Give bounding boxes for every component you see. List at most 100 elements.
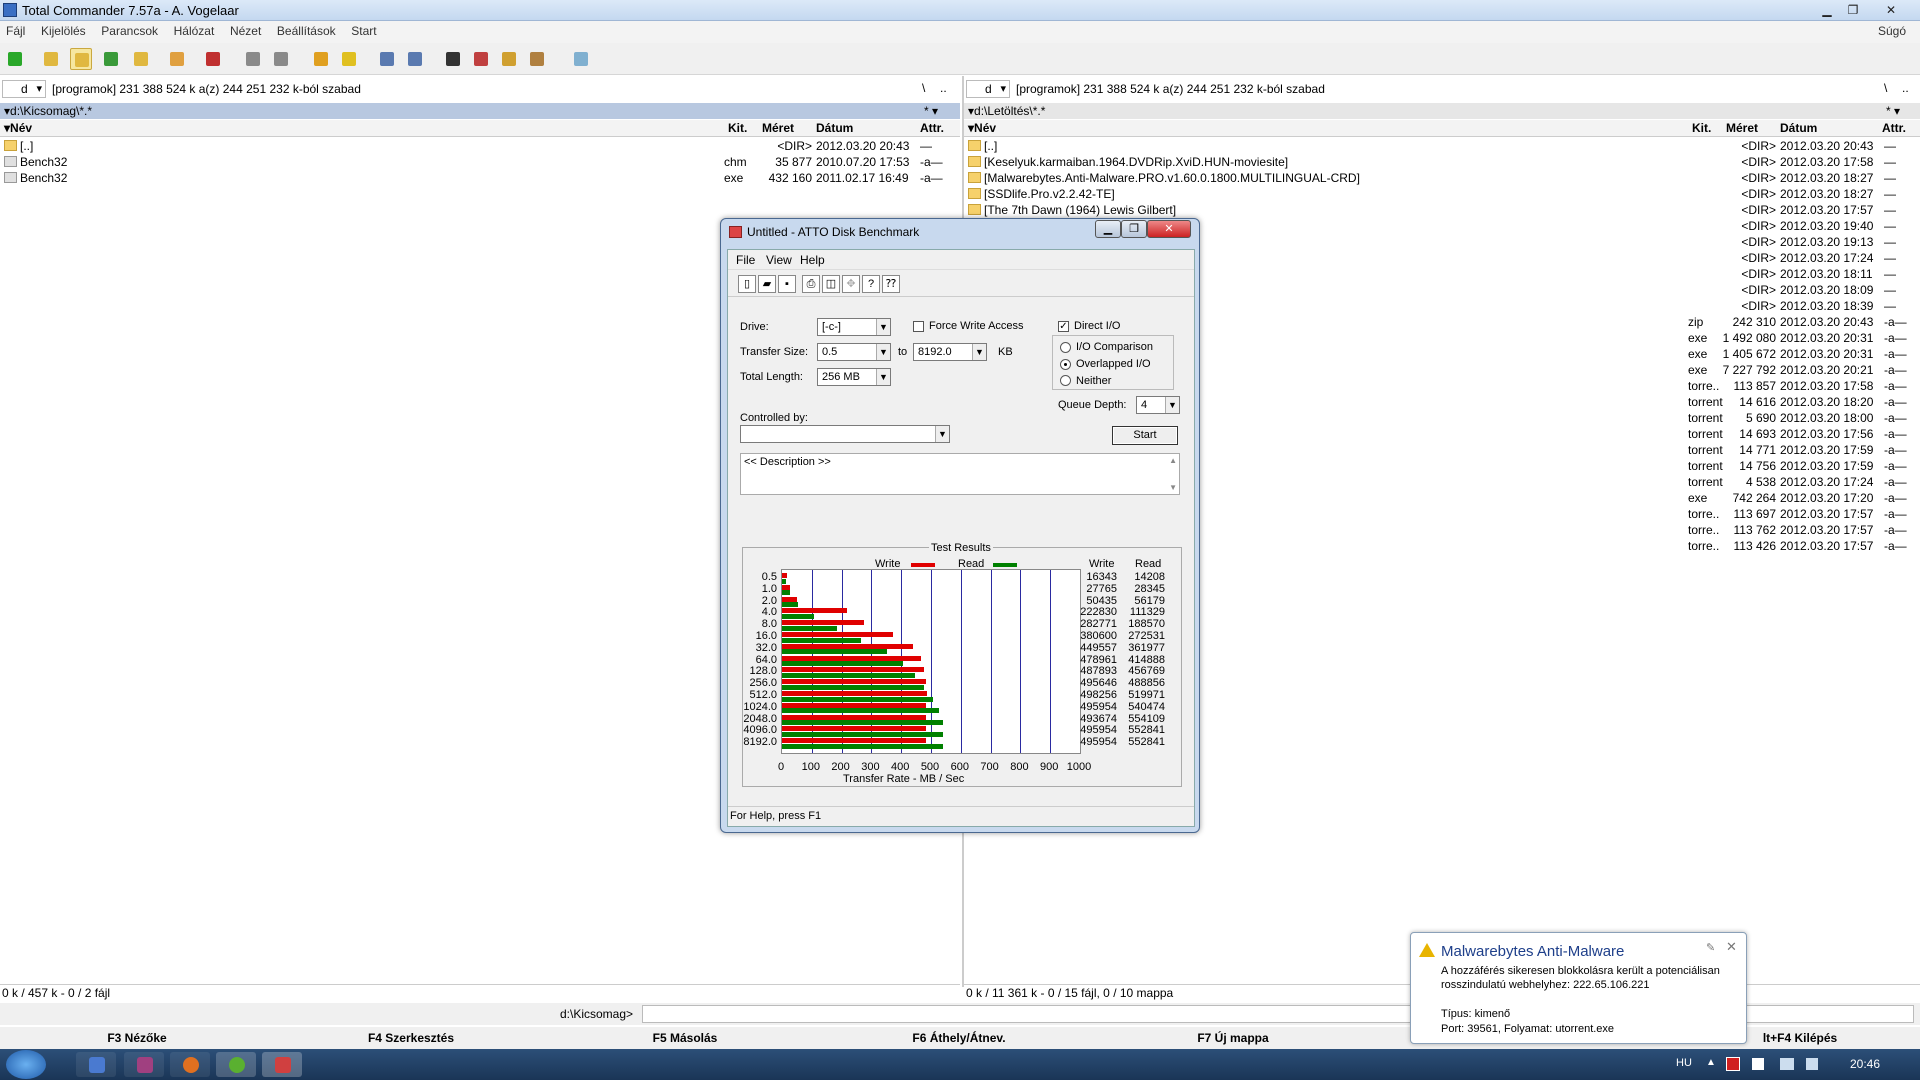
transfer-from-select[interactable]: 0.5 ▼ bbox=[817, 343, 891, 361]
io-comparison-radio[interactable] bbox=[1060, 342, 1071, 353]
controlled-by-select[interactable]: ▼ bbox=[740, 425, 950, 443]
atto-menu-help[interactable]: Help bbox=[800, 253, 825, 267]
print-icon[interactable]: ⎙ bbox=[802, 275, 820, 293]
drive-select[interactable]: [-c-] ▼ bbox=[817, 318, 891, 336]
select-button[interactable] bbox=[202, 48, 224, 70]
new-file-icon[interactable]: ▯ bbox=[738, 275, 756, 293]
clock[interactable]: 20:46 bbox=[1850, 1057, 1880, 1071]
file-row[interactable]: Bench32 chm 35 877 2010.07.20 17:53 -a— bbox=[0, 154, 960, 170]
col-name[interactable]: ▾Név bbox=[968, 121, 996, 135]
atto-menu-file[interactable]: File bbox=[736, 253, 755, 267]
menu-configuration[interactable]: Beállítások bbox=[271, 21, 342, 41]
queue-depth-select[interactable]: 4 ▼ bbox=[1136, 396, 1180, 414]
file-row[interactable]: [..] <DIR> 2012.03.20 20:43 — bbox=[0, 138, 960, 154]
url-button[interactable] bbox=[404, 48, 426, 70]
menu-start[interactable]: Start bbox=[345, 21, 382, 41]
file-row[interactable]: [The 7th Dawn (1964) Lewis Gilbert] <DIR>… bbox=[964, 202, 1920, 218]
neither-radio[interactable] bbox=[1060, 375, 1071, 386]
thumbnails-button[interactable] bbox=[100, 48, 122, 70]
sync-dirs-button[interactable] bbox=[498, 48, 520, 70]
tree-button[interactable] bbox=[130, 48, 152, 70]
direct-io-checkbox[interactable]: ✓ bbox=[1058, 321, 1069, 332]
col-size[interactable]: Méret bbox=[1726, 121, 1758, 135]
maximize-button[interactable]: ❐ bbox=[1842, 2, 1864, 18]
tray-malwarebytes-icon[interactable] bbox=[1726, 1057, 1740, 1071]
left-up-button[interactable]: .. bbox=[940, 81, 947, 95]
left-drive-combo[interactable]: d bbox=[2, 80, 46, 98]
f3-view-button[interactable]: F3 Nézőke bbox=[0, 1031, 274, 1045]
f6-move-button[interactable]: F6 Áthely/Átnev. bbox=[822, 1031, 1096, 1045]
scroll-down-icon[interactable]: ▼ bbox=[1169, 483, 1177, 492]
f4-edit-button[interactable]: F4 Szerkesztés bbox=[274, 1031, 548, 1045]
right-path[interactable]: ▾d:\Letöltés\*.* * ▾ bbox=[964, 103, 1920, 119]
total-length-select[interactable]: 256 MB ▼ bbox=[817, 368, 891, 386]
multi-rename-button[interactable] bbox=[470, 48, 492, 70]
taskbar-explorer-icon[interactable] bbox=[76, 1052, 116, 1077]
left-hotlist-icon[interactable]: * ▾ bbox=[924, 103, 938, 119]
unpack-button[interactable] bbox=[338, 48, 360, 70]
malwarebytes-notification[interactable]: Malwarebytes Anti-Malware ✎ ✕ A hozzáfér… bbox=[1410, 932, 1747, 1044]
menu-show[interactable]: Nézet bbox=[224, 21, 267, 41]
file-row[interactable]: [..] <DIR> 2012.03.20 20:43 — bbox=[964, 138, 1920, 154]
forward-button[interactable] bbox=[270, 48, 292, 70]
right-hotlist-icon[interactable]: * ▾ bbox=[1886, 103, 1900, 119]
language-indicator[interactable]: HU bbox=[1676, 1057, 1692, 1069]
f7-new-folder-button[interactable]: F7 Új mappa bbox=[1096, 1031, 1370, 1045]
col-attr[interactable]: Attr. bbox=[920, 121, 944, 135]
taskbar-utorrent-icon[interactable] bbox=[216, 1052, 256, 1077]
taskbar-atto-icon[interactable] bbox=[262, 1052, 302, 1077]
start-button[interactable]: Start bbox=[1112, 426, 1178, 445]
context-help-icon[interactable]: ⁇ bbox=[882, 275, 900, 293]
close-icon[interactable]: ✕ bbox=[1726, 939, 1737, 955]
taskbar-firefox-icon[interactable] bbox=[170, 1052, 210, 1077]
tray-network-icon[interactable] bbox=[1780, 1058, 1794, 1070]
file-row[interactable]: [Malwarebytes.Anti-Malware.PRO.v1.60.0.1… bbox=[964, 170, 1920, 186]
refresh-button[interactable] bbox=[4, 48, 26, 70]
pack-button[interactable] bbox=[310, 48, 332, 70]
compare-button[interactable] bbox=[526, 48, 548, 70]
help-icon[interactable]: ? bbox=[862, 275, 880, 293]
minimize-button[interactable]: ▁ bbox=[1816, 2, 1838, 18]
file-row[interactable]: [Keselyuk.karmaiban.1964.DVDRip.XviD.HUN… bbox=[964, 154, 1920, 170]
col-name[interactable]: ▾Név bbox=[4, 121, 32, 135]
menu-commands[interactable]: Parancsok bbox=[95, 21, 164, 41]
transfer-to-select[interactable]: 8192.0 ▼ bbox=[913, 343, 987, 361]
col-ext[interactable]: Kit. bbox=[728, 121, 747, 135]
save-icon[interactable]: ▪ bbox=[778, 275, 796, 293]
move-icon[interactable]: ✥ bbox=[842, 275, 860, 293]
atto-menu-view[interactable]: View bbox=[766, 253, 792, 267]
atto-maximize-button[interactable]: ❐ bbox=[1121, 220, 1147, 238]
atto-minimize-button[interactable]: ▁ bbox=[1095, 220, 1121, 238]
print-preview-icon[interactable]: ◫ bbox=[822, 275, 840, 293]
left-root-button[interactable]: \ bbox=[922, 81, 925, 95]
pin-icon[interactable]: ✎ bbox=[1706, 941, 1715, 954]
col-size[interactable]: Méret bbox=[762, 121, 794, 135]
description-box[interactable]: << Description >> ▲ ▼ bbox=[740, 453, 1180, 495]
tray-volume-icon[interactable] bbox=[1806, 1058, 1818, 1070]
alt-f4-exit-button[interactable]: lt+F4 Kilépés bbox=[1740, 1031, 1860, 1045]
col-date[interactable]: Dátum bbox=[816, 121, 853, 135]
col-date[interactable]: Dátum bbox=[1780, 121, 1817, 135]
start-button[interactable] bbox=[6, 1050, 46, 1079]
invert-selection-button[interactable] bbox=[166, 48, 188, 70]
col-ext[interactable]: Kit. bbox=[1692, 121, 1711, 135]
tray-expand-icon[interactable]: ▲ bbox=[1706, 1057, 1716, 1068]
right-up-button[interactable]: .. bbox=[1902, 81, 1909, 95]
menu-net[interactable]: Hálózat bbox=[168, 21, 221, 41]
close-button[interactable]: ✕ bbox=[1880, 2, 1902, 18]
search-icon[interactable] bbox=[442, 48, 464, 70]
brief-view-button[interactable] bbox=[40, 48, 62, 70]
back-button[interactable] bbox=[242, 48, 264, 70]
atto-close-button[interactable]: ✕ bbox=[1147, 220, 1191, 238]
right-drive-combo[interactable]: d bbox=[966, 80, 1010, 98]
menu-mark[interactable]: Kijelölés bbox=[35, 21, 92, 41]
force-write-checkbox[interactable] bbox=[913, 321, 924, 332]
file-row[interactable]: Bench32 exe 432 160 2011.02.17 16:49 -a— bbox=[0, 170, 960, 186]
taskbar-winrar-icon[interactable] bbox=[124, 1052, 164, 1077]
open-folder-icon[interactable]: ▰ bbox=[758, 275, 776, 293]
notepad-button[interactable] bbox=[570, 48, 592, 70]
file-row[interactable]: [SSDlife.Pro.v2.2.42-TE] <DIR> 2012.03.20 … bbox=[964, 186, 1920, 202]
col-attr[interactable]: Attr. bbox=[1882, 121, 1906, 135]
right-root-button[interactable]: \ bbox=[1884, 81, 1887, 95]
scroll-up-icon[interactable]: ▲ bbox=[1169, 456, 1177, 465]
